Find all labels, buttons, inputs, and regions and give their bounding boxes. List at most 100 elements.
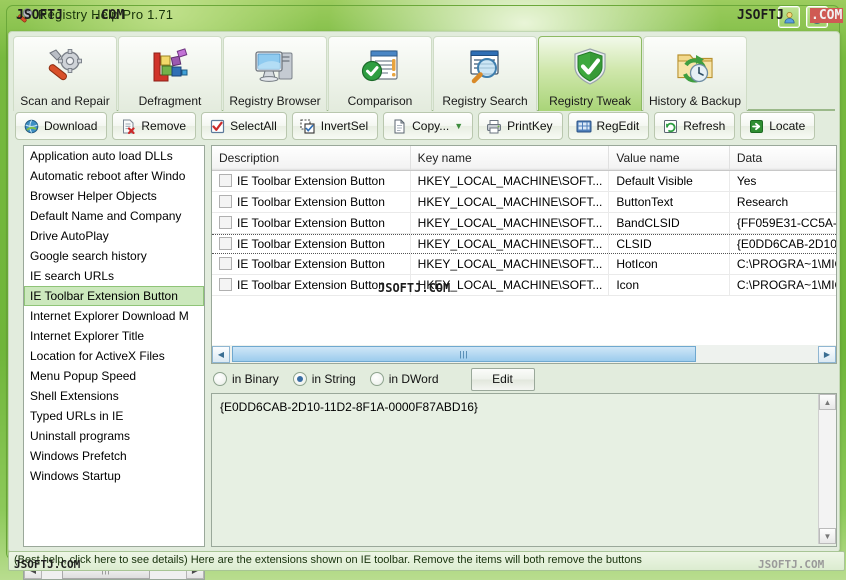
printkey-button[interactable]: PrintKey — [478, 112, 563, 140]
cell-data[interactable]: {E0DD6CAB-2D10- — [730, 235, 836, 253]
scroll-thumb[interactable]: ||| — [232, 346, 696, 362]
cell-key-name[interactable]: HKEY_LOCAL_MACHINE\SOFT... — [411, 254, 610, 274]
radio-in-binary[interactable]: in Binary — [213, 372, 279, 386]
cell-key-name[interactable]: HKEY_LOCAL_MACHINE\SOFT... — [411, 235, 610, 253]
tweak-list-item[interactable]: Shell Extensions — [24, 386, 204, 406]
table-row[interactable]: IE Toolbar Extension Button HKEY_LOCAL_MA… — [212, 254, 836, 275]
tweak-list-item[interactable]: Windows Startup — [24, 466, 204, 486]
tweak-list-item[interactable]: Browser Helper Objects — [24, 186, 204, 206]
tweak-list-item[interactable]: Location for ActiveX Files — [24, 346, 204, 366]
row-checkbox[interactable] — [219, 174, 232, 188]
cell-value-name[interactable]: HotIcon — [609, 254, 730, 274]
cell-value-name[interactable]: BandCLSID — [609, 213, 730, 233]
cell-description[interactable]: IE Toolbar Extension Button — [212, 235, 411, 253]
scroll-right-arrow-icon[interactable]: ▶ — [818, 345, 836, 363]
cell-data[interactable]: C:\PROGRA~1\MIC — [730, 254, 836, 274]
cell-value-name[interactable]: Default Visible — [609, 171, 730, 191]
ribbon-tab-registry-search[interactable]: Registry Search — [433, 36, 537, 111]
table-row[interactable]: IE Toolbar Extension Button HKEY_LOCAL_MA… — [212, 171, 836, 192]
cell-data[interactable]: Yes — [730, 171, 836, 191]
radio-in-dword[interactable]: in DWord — [369, 372, 439, 386]
column-header-description[interactable]: Description — [212, 146, 411, 170]
user-account-button[interactable] — [778, 6, 800, 28]
tweak-list-item[interactable]: Default Name and Company — [24, 206, 204, 226]
tweak-list[interactable]: Application auto load DLLs Automatic rebo… — [23, 145, 205, 547]
tweak-list-item[interactable]: Windows Prefetch — [24, 446, 204, 466]
tweak-list-item[interactable]: IE search URLs — [24, 266, 204, 286]
cell-key-name[interactable]: HKEY_LOCAL_MACHINE\SOFT... — [411, 171, 610, 191]
tweak-list-item[interactable]: Menu Popup Speed — [24, 366, 204, 386]
ribbon-tab-registry-browser[interactable]: Registry Browser — [223, 36, 327, 111]
cell-key-name[interactable]: HKEY_LOCAL_MACHINE\SOFT... — [411, 213, 610, 233]
status-text[interactable]: (Best help, click here to see details) H… — [14, 554, 642, 566]
ribbon-tab-comparison[interactable]: Comparison — [328, 36, 432, 111]
tweak-list-item[interactable]: Automatic reboot after Windo — [24, 166, 204, 186]
tweak-list-item[interactable]: IE Toolbar Extension Button — [24, 286, 204, 306]
cell-key-name[interactable]: HKEY_LOCAL_MACHINE\SOFT... — [411, 275, 610, 295]
chevron-down-icon[interactable]: ▼ — [454, 121, 463, 131]
scroll-track[interactable]: ||| — [230, 346, 818, 363]
ribbon-tab-label: Registry Tweak — [549, 94, 631, 108]
table-row[interactable]: IE Toolbar Extension Button HKEY_LOCAL_MA… — [212, 275, 836, 296]
column-header-value-name[interactable]: Value name — [609, 146, 730, 170]
row-checkbox[interactable] — [219, 195, 232, 209]
invert-selection-icon — [300, 118, 316, 134]
tweak-list-item[interactable]: Typed URLs in IE — [24, 406, 204, 426]
download-button[interactable]: Download — [15, 112, 108, 140]
scroll-down-arrow-icon[interactable]: ▼ — [819, 528, 836, 544]
row-checkbox[interactable] — [219, 237, 232, 251]
ribbon-tab-registry-tweak[interactable]: Registry Tweak — [538, 36, 642, 111]
cell-description[interactable]: IE Toolbar Extension Button — [212, 213, 411, 233]
cell-data[interactable]: Research — [730, 192, 836, 212]
row-checkbox[interactable] — [219, 216, 232, 230]
ribbon-tab-defragment[interactable]: Defragment — [118, 36, 222, 111]
cell-description[interactable]: IE Toolbar Extension Button — [212, 171, 411, 191]
cell-description[interactable]: IE Toolbar Extension Button — [212, 254, 411, 274]
value-text[interactable]: {E0DD6CAB-2D10-11D2-8F1A-0000F87ABD16} — [212, 394, 836, 420]
ribbon-tab-history-backup[interactable]: History & Backup — [643, 36, 747, 111]
tweak-list-item[interactable]: Internet Explorer Download M — [24, 306, 204, 326]
radio-indicator[interactable] — [369, 372, 384, 386]
column-header-key-name[interactable]: Key name — [411, 146, 610, 170]
table-row[interactable]: IE Toolbar Extension Button HKEY_LOCAL_MA… — [212, 192, 836, 213]
copy-button[interactable]: Copy... ▼ — [383, 112, 474, 140]
refresh-button[interactable]: Refresh — [654, 112, 736, 140]
cell-data[interactable]: C:\PROGRA~1\MIC — [730, 275, 836, 295]
tweak-list-item[interactable]: Internet Explorer Title — [24, 326, 204, 346]
value-text-area[interactable]: {E0DD6CAB-2D10-11D2-8F1A-0000F87ABD16} ▲… — [211, 393, 837, 547]
table-row[interactable]: IE Toolbar Extension Button HKEY_LOCAL_MA… — [212, 213, 836, 234]
cell-value-name[interactable]: CLSID — [609, 235, 730, 253]
table-hscrollbar[interactable]: ◀ ||| ▶ — [211, 345, 837, 364]
value-vscrollbar[interactable]: ▲ ▼ — [818, 394, 836, 544]
row-checkbox[interactable] — [219, 257, 232, 271]
radio-indicator[interactable] — [292, 372, 307, 386]
status-bar[interactable]: (Best help, click here to see details) H… — [8, 551, 845, 571]
scroll-left-arrow-icon[interactable]: ◀ — [212, 345, 230, 363]
table-row[interactable]: IE Toolbar Extension Button HKEY_LOCAL_MA… — [212, 234, 836, 254]
cell-description[interactable]: IE Toolbar Extension Button — [212, 275, 411, 295]
registry-entries-table[interactable]: Description Key name Value name Data IE … — [211, 145, 837, 347]
help-button[interactable]: ? — [806, 6, 828, 28]
window-title: Registry Help Pro 1.71 — [38, 7, 174, 22]
locate-button[interactable]: Locate — [740, 112, 816, 140]
regedit-button[interactable]: RegEdit — [567, 112, 650, 140]
invertsel-button[interactable]: InvertSel — [291, 112, 379, 140]
edit-button[interactable]: Edit — [470, 367, 535, 391]
selectall-button[interactable]: SelectAll — [201, 112, 287, 140]
cell-data[interactable]: {FF059E31-CC5A-4 — [730, 213, 836, 233]
tweak-list-item[interactable]: Drive AutoPlay — [24, 226, 204, 246]
column-header-data[interactable]: Data — [730, 146, 836, 170]
radio-in-string[interactable]: in String — [292, 372, 356, 386]
remove-button[interactable]: Remove — [112, 112, 197, 140]
radio-indicator[interactable] — [213, 372, 227, 386]
cell-value-name[interactable]: Icon — [609, 275, 730, 295]
tweak-list-item[interactable]: Uninstall programs — [24, 426, 204, 446]
tweak-list-item[interactable]: Google search history — [24, 246, 204, 266]
cell-description[interactable]: IE Toolbar Extension Button — [212, 192, 411, 212]
tweak-list-item[interactable]: Application auto load DLLs — [24, 146, 204, 166]
scroll-up-arrow-icon[interactable]: ▲ — [819, 394, 836, 410]
cell-key-name[interactable]: HKEY_LOCAL_MACHINE\SOFT... — [411, 192, 610, 212]
ribbon-tab-scan-and-repair[interactable]: Scan and Repair — [13, 36, 117, 111]
row-checkbox[interactable] — [219, 278, 232, 292]
cell-value-name[interactable]: ButtonText — [609, 192, 730, 212]
